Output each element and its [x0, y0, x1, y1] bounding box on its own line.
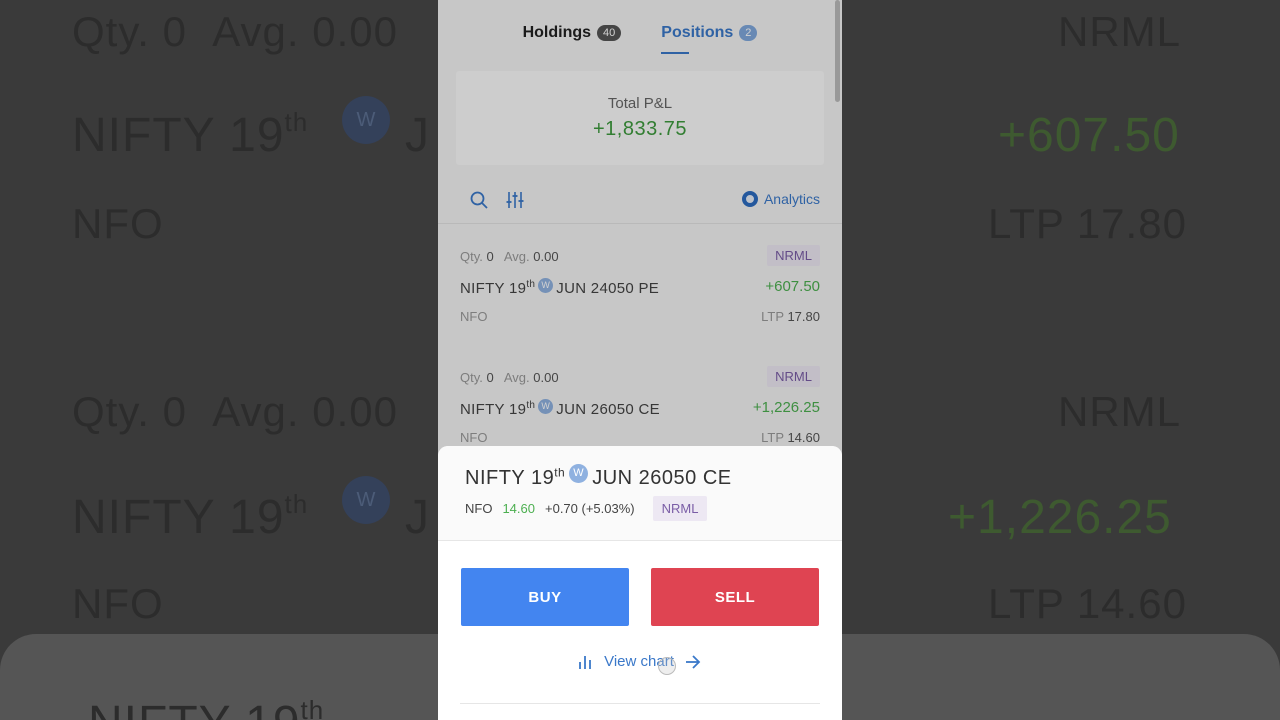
analytics-icon — [741, 191, 758, 207]
bg-name-text-2: NIFTY 19th — [72, 489, 309, 544]
tab-positions[interactable]: Positions 2 — [661, 22, 758, 54]
sheet-ltp: 14.60 — [502, 501, 535, 516]
bg-sheet-name: NIFTY 19th — [88, 695, 325, 720]
instrument-name: NIFTY 19th W JUN 26050 CE — [460, 399, 660, 418]
sheet-product-tag: NRML — [652, 496, 708, 521]
holdings-count-badge: 40 — [597, 25, 622, 41]
sell-button[interactable]: SELL — [651, 568, 819, 626]
sheet-quote-row: NFO 14.60 +0.70 (+5.03%) NRML — [465, 496, 708, 521]
bg-product-text-2: NRML — [1058, 388, 1182, 435]
position-pnl: +1,226.25 — [752, 399, 820, 416]
bg-weekly-badge: W — [342, 96, 390, 144]
tab-bar: Holdings 40 Positions 2 — [438, 0, 842, 60]
position-name-row: NIFTY 19th W JUN 24050 PE +607.50 — [460, 278, 820, 297]
view-chart-link[interactable]: View chart — [438, 653, 842, 675]
arrow-right-icon — [685, 654, 701, 669]
product-tag: NRML — [767, 366, 820, 387]
bg-name-rest-2: J — [405, 491, 430, 544]
bg-pnl-text-2: +1,226.25 — [948, 491, 1172, 544]
touch-indicator — [658, 657, 676, 675]
product-tag: NRML — [767, 245, 820, 266]
weekly-badge: W — [538, 278, 554, 293]
tab-holdings[interactable]: Holdings 40 — [523, 22, 622, 44]
total-pnl-value: +1,833.75 — [592, 118, 688, 140]
buy-button[interactable]: BUY — [461, 568, 629, 626]
sheet-instrument-name: NIFTY 19th W JUN 26050 CE — [465, 464, 732, 489]
bg-exchange-text: NFO — [72, 200, 164, 247]
phone-screen: Holdings 40 Positions 2 Total P&L +1,833… — [438, 0, 842, 720]
position-item[interactable]: Qty. 0 Avg. 0.00 NRML NIFTY 19th W JUN 240… — [438, 245, 842, 366]
search-icon[interactable] — [469, 190, 489, 210]
bg-qty-text: Qty. 0 Avg. 0.00 — [72, 8, 398, 55]
bg-exchange-text-2: NFO — [72, 580, 164, 627]
position-pnl: +607.50 — [765, 278, 820, 295]
ltp-value: LTP 17.80 — [761, 309, 820, 324]
position-qty-row: Qty. 0 Avg. 0.00 NRML — [460, 245, 820, 266]
tab-holdings-label: Holdings — [522, 24, 592, 41]
weekly-badge: W — [569, 464, 589, 483]
weekly-badge: W — [538, 399, 554, 414]
position-exchange-row: NFO LTP 14.60 — [460, 430, 820, 445]
bg-ltp-text: LTP 17.80 — [988, 200, 1187, 247]
bg-pnl-text: +607.50 — [998, 109, 1180, 162]
position-name-row: NIFTY 19th W JUN 26050 CE +1,226.25 — [460, 399, 820, 418]
bg-qty-text-2: Qty. 0 Avg. 0.00 — [72, 388, 398, 435]
bg-product-text: NRML — [1058, 8, 1182, 55]
exchange-label: NFO — [460, 309, 488, 324]
analytics-label: Analytics — [763, 191, 820, 207]
sheet-header: NIFTY 19th W JUN 26050 CE NFO 14.60 +0.70 … — [438, 446, 842, 541]
positions-toolbar: Analytics — [438, 180, 842, 224]
ltp-value: LTP 14.60 — [761, 430, 820, 445]
position-qty-row: Qty. 0 Avg. 0.00 NRML — [460, 366, 820, 387]
instrument-name: NIFTY 19th W JUN 24050 PE — [460, 278, 660, 297]
sheet-divider — [460, 703, 820, 704]
positions-count-badge: 2 — [739, 25, 758, 41]
total-pnl-card: Total P&L +1,833.75 — [456, 71, 824, 165]
bg-ltp-text-2: LTP 14.60 — [988, 580, 1187, 627]
analytics-button[interactable]: Analytics — [741, 191, 820, 207]
total-pnl-label: Total P&L — [607, 95, 673, 112]
exchange-label: NFO — [460, 430, 488, 445]
position-exchange-row: NFO LTP 17.80 — [460, 309, 820, 324]
tab-positions-label: Positions — [661, 24, 734, 41]
order-bottom-sheet: NIFTY 19th W JUN 26050 CE NFO 14.60 +0.70 … — [438, 446, 842, 720]
filter-sliders-icon[interactable] — [505, 190, 525, 210]
sheet-change: +0.70 (+5.03%) — [545, 501, 635, 516]
bg-name-text: NIFTY 19th — [72, 107, 309, 162]
bar-chart-icon — [579, 655, 592, 669]
sheet-exchange: NFO — [465, 501, 493, 516]
bg-name-rest: J — [405, 109, 430, 162]
bg-weekly-badge-2: W — [342, 476, 390, 524]
